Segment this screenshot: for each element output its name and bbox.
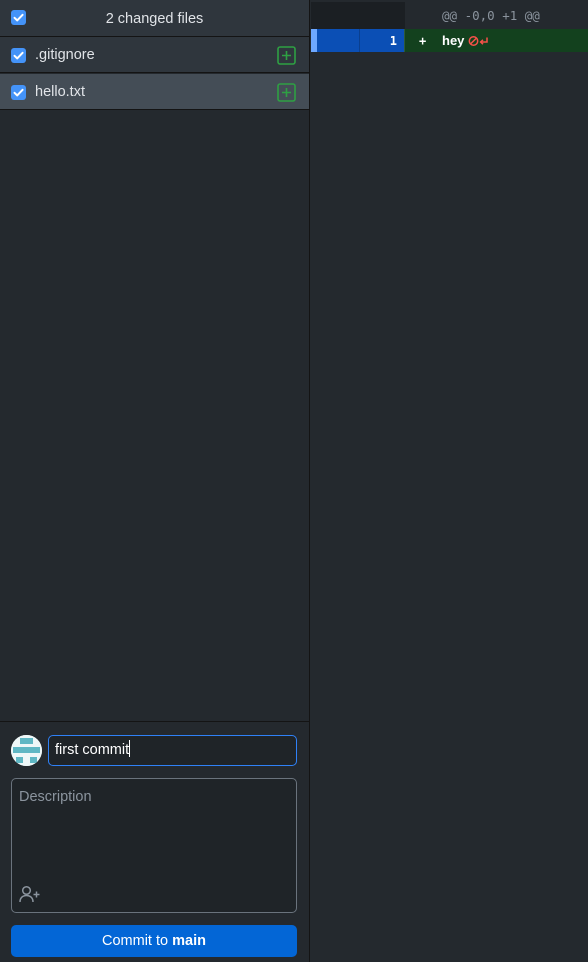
commit-description-field[interactable]: Description — [11, 778, 297, 913]
file-added-icon — [277, 83, 296, 102]
github-desktop-window: 2 changed files .gitignore hello.txt fir… — [0, 0, 588, 962]
line-content: hey — [442, 33, 465, 48]
file-name: hello.txt — [35, 84, 85, 100]
file-include-checkbox[interactable] — [11, 48, 26, 63]
gutter-divider — [404, 29, 405, 52]
commit-button-label: Commit to — [102, 933, 169, 949]
changed-files-count: 2 changed files — [105, 11, 204, 27]
add-coauthor-icon[interactable] — [19, 885, 41, 903]
hunk-header: @@ -0,0 +1 @@ — [442, 8, 540, 23]
file-name: .gitignore — [35, 47, 95, 63]
commit-branch-name: main — [172, 933, 206, 949]
diff-view: @@ -0,0 +1 @@ 1 + hey — [311, 0, 588, 962]
hunk-header-row: @@ -0,0 +1 @@ — [311, 2, 588, 29]
no-newline-at-end-icon — [468, 36, 488, 46]
file-include-checkbox[interactable] — [11, 85, 26, 100]
commit-button[interactable]: Commit to main — [11, 925, 297, 957]
avatar — [11, 735, 42, 766]
checkmark-icon — [13, 51, 24, 60]
commit-summary-input[interactable] — [48, 735, 297, 766]
added-line-marker: + — [419, 34, 427, 48]
file-row-gitignore[interactable]: .gitignore — [0, 37, 309, 73]
file-added-icon — [277, 46, 296, 65]
new-line-number[interactable]: 1 — [360, 29, 404, 52]
changes-list-header: 2 changed files — [0, 0, 309, 37]
hunk-expand-gutter[interactable] — [311, 2, 405, 29]
changes-pane: 2 changed files .gitignore hello.txt fir… — [0, 0, 310, 962]
file-row-hello-txt[interactable]: hello.txt — [0, 74, 309, 110]
diff-line-added[interactable]: 1 + hey — [311, 29, 588, 52]
description-placeholder: Description — [19, 789, 92, 805]
old-line-number[interactable] — [317, 29, 359, 52]
identicon-icon — [11, 735, 42, 766]
checkmark-icon — [13, 88, 24, 97]
